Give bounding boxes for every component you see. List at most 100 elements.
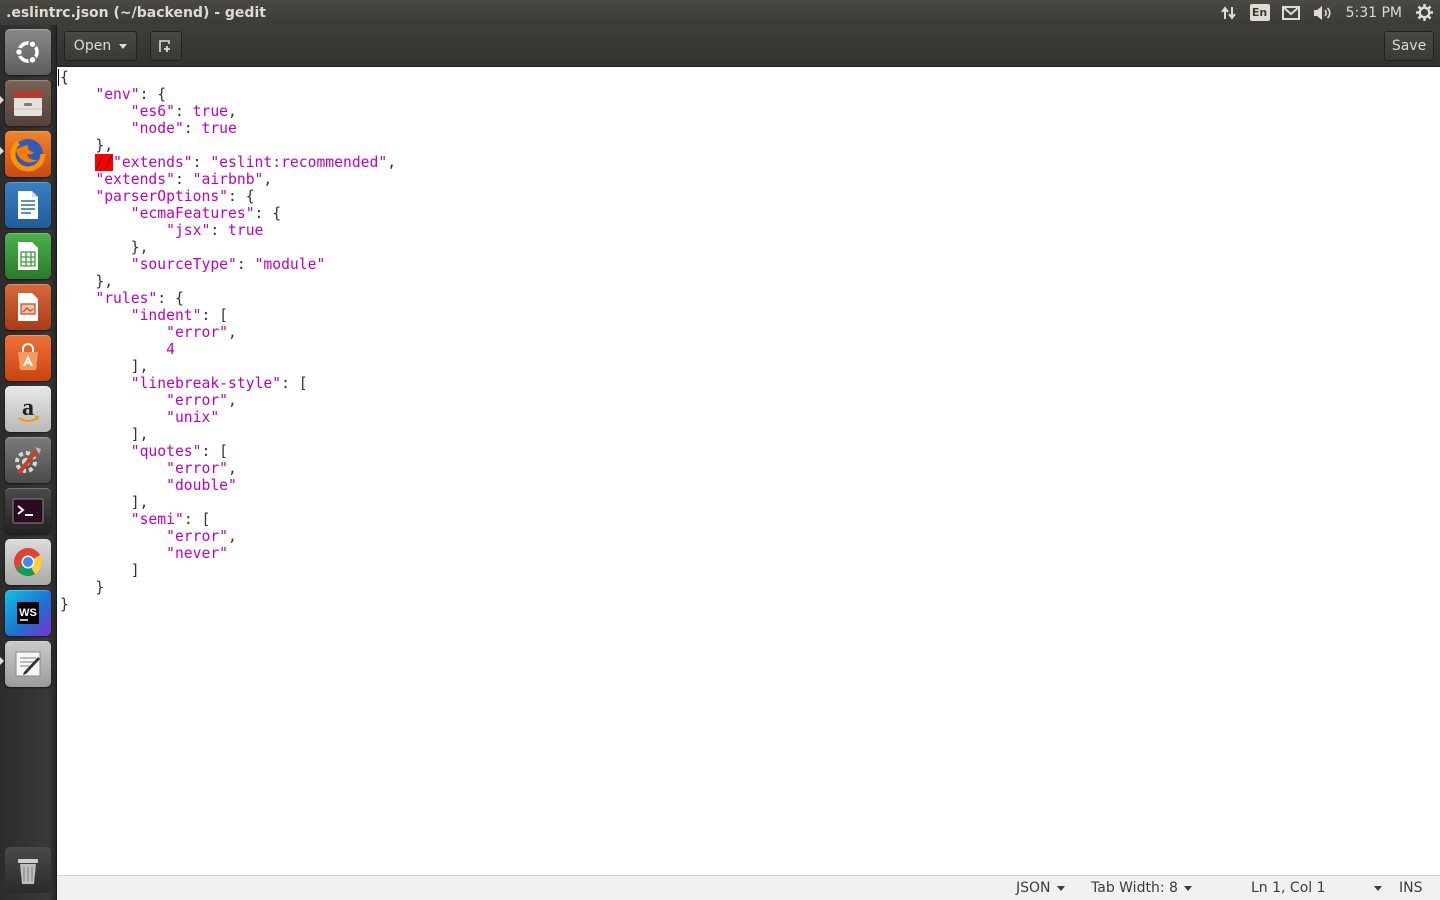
code-punctuation: ], (60, 426, 149, 443)
launcher-libreoffice-calc[interactable] (5, 233, 51, 279)
code-line: }, (60, 273, 396, 290)
code-string: "rules" (95, 290, 158, 307)
keyboard-layout-label: En (1249, 4, 1270, 21)
code-punctuation: ], (60, 494, 149, 511)
code-punctuation: , (387, 154, 397, 171)
new-document-icon (159, 40, 170, 52)
keyboard-layout-icon[interactable]: En (1244, 0, 1276, 25)
volume-icon[interactable] (1306, 0, 1338, 25)
calc-spreadsheet-icon (18, 242, 38, 270)
code-punctuation (60, 307, 131, 324)
code-string: "airbnb" (192, 171, 264, 188)
code-line: "unix" (60, 409, 396, 426)
svg-text:WS: WS (19, 607, 37, 619)
code-punctuation (60, 171, 95, 188)
clock[interactable]: 5:31 PM (1338, 5, 1410, 21)
code-punctuation (60, 443, 131, 460)
system-settings-icon (15, 447, 41, 475)
code-line: "es6": true, (60, 103, 396, 120)
code-line: ], (60, 426, 396, 443)
code-string: "error" (166, 528, 229, 545)
code-punctuation: }, (60, 137, 114, 154)
code-punctuation (60, 290, 95, 307)
network-transfer-icon[interactable] (1214, 0, 1244, 25)
text-editor-area[interactable]: { "env": { "es6": true, "node": true }, … (57, 67, 1440, 875)
tab-width-selector[interactable]: Tab Width: 8 (1091, 876, 1192, 900)
webstorm-icon: WS (17, 602, 39, 624)
mail-icon[interactable] (1276, 0, 1306, 25)
launcher-firefox[interactable] (5, 131, 51, 177)
launcher-gedit[interactable] (5, 641, 51, 687)
terminal-icon (12, 498, 44, 524)
launcher-ubuntu-software[interactable] (5, 335, 51, 381)
language-selector[interactable]: JSON (1016, 876, 1065, 900)
shopping-bag-icon (18, 343, 38, 370)
code-line: "never" (60, 545, 396, 562)
code-punctuation: , (228, 103, 237, 120)
code-punctuation (60, 341, 166, 358)
code-string: "parserOptions" (95, 188, 229, 205)
code-punctuation: : { (157, 290, 184, 307)
window-title: .eslintrc.json (~/backend) - gedit (6, 4, 266, 21)
code-string: "sourceType" (130, 256, 237, 273)
save-button[interactable]: Save (1384, 31, 1434, 61)
open-button[interactable]: Open (64, 31, 137, 61)
code-line: "quotes": [ (60, 443, 396, 460)
running-indicator (0, 96, 4, 104)
code-keyword: true (201, 120, 237, 137)
code-line: } (60, 579, 396, 596)
code-punctuation: , (228, 392, 237, 409)
cursor-position-label: Ln 1, Col 1 (1251, 880, 1326, 896)
code-line: "semi": [ (60, 511, 396, 528)
code-line: }, (60, 137, 396, 154)
chrome-icon (14, 548, 42, 576)
launcher-files[interactable] (5, 80, 51, 126)
code-punctuation: ], (60, 358, 149, 375)
code-punctuation (60, 103, 131, 120)
cursor-position-selector[interactable]: Ln 1, Col 1 (1251, 876, 1382, 900)
launcher-system-settings[interactable] (5, 437, 51, 483)
code-line: "sourceType": "module" (60, 256, 396, 273)
code-punctuation: , (263, 171, 273, 188)
code-string: "quotes" (130, 443, 202, 460)
code-line: "error", (60, 392, 396, 409)
writer-document-icon (18, 191, 38, 219)
firefox-icon (10, 136, 46, 172)
launcher-webstorm[interactable]: WS (5, 590, 51, 636)
launcher-terminal[interactable] (5, 488, 51, 534)
code-punctuation: : (236, 256, 255, 273)
launcher-chrome[interactable] (5, 539, 51, 585)
code-punctuation (60, 256, 131, 273)
launcher-trash[interactable] (5, 847, 51, 893)
code-line: "linebreak-style": [ (60, 375, 396, 392)
code-line: ], (60, 358, 396, 375)
code-line: 4 (60, 341, 396, 358)
top-panel: .eslintrc.json (~/backend) - gedit En 5:… (0, 0, 1440, 25)
code-punctuation: : (192, 154, 211, 171)
code-line: "parserOptions": { (60, 188, 396, 205)
code-line: } (60, 596, 396, 613)
launcher: a WS (0, 25, 57, 900)
open-button-label: Open (73, 38, 112, 54)
new-tab-button[interactable] (150, 31, 182, 61)
code-error-highlight: // (95, 154, 114, 171)
code-punctuation: ] (60, 562, 140, 579)
code-punctuation: , (228, 324, 237, 341)
code-punctuation (60, 511, 131, 528)
chevron-down-icon (1373, 885, 1382, 891)
code-string: "error" (166, 460, 229, 477)
code-punctuation: : [ (201, 307, 229, 324)
language-label: JSON (1016, 880, 1051, 896)
code-punctuation (60, 460, 166, 477)
code-punctuation (60, 86, 95, 103)
launcher-amazon[interactable]: a (5, 386, 51, 432)
launcher-libreoffice-writer[interactable] (5, 182, 51, 228)
code-string: "never" (166, 545, 229, 562)
launcher-dash-home[interactable] (5, 29, 51, 75)
insert-mode-label: INS (1399, 880, 1423, 896)
code-string: "semi" (130, 511, 184, 528)
launcher-libreoffice-impress[interactable] (5, 284, 51, 330)
code-punctuation: , (228, 460, 237, 477)
code-punctuation: : [ (183, 511, 211, 528)
gear-icon[interactable] (1410, 0, 1440, 25)
